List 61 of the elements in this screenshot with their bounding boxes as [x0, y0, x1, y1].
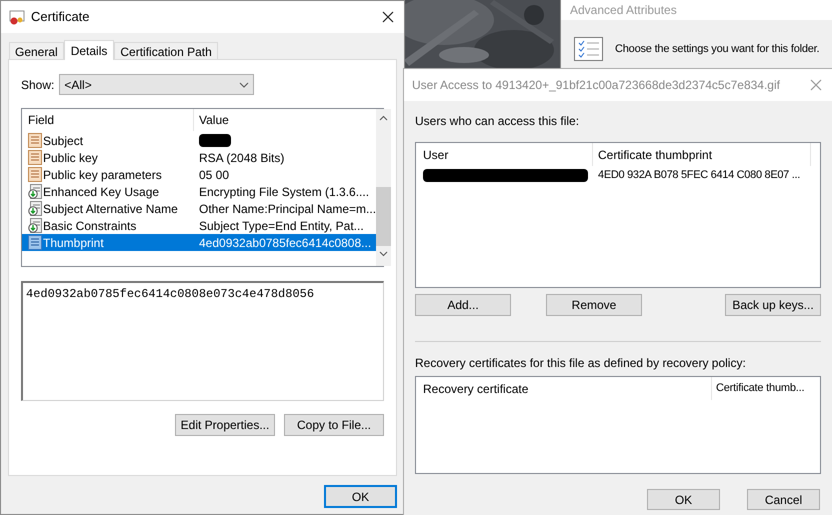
dialog-button[interactable]: Back up keys...: [725, 294, 821, 316]
document-download-icon: [28, 184, 42, 199]
field-name: Public key parameters: [43, 166, 162, 184]
document-icon: [28, 235, 42, 250]
field-row[interactable]: Public key parameters 05 00: [22, 166, 376, 183]
field-name: Thumbprint: [43, 234, 104, 252]
document-download-icon: [28, 201, 42, 216]
field-name: Public key: [43, 150, 98, 166]
document-download-icon: [28, 218, 42, 233]
column-header[interactable]: Certificate thumbprint: [593, 143, 811, 166]
field-value: RSA (2048 Bits): [199, 150, 284, 166]
document-icon: [28, 150, 42, 165]
document-icon: [28, 167, 42, 182]
field-row[interactable]: Subject: [22, 132, 376, 149]
detail-text-box[interactable]: 4ed0932ab0785fec6414c0808e073c4e478d8056: [21, 281, 384, 401]
field-value: Other Name:Principal Name=m...: [199, 200, 376, 218]
ok-button[interactable]: OK: [647, 489, 720, 510]
column-header[interactable]: Value: [194, 109, 376, 131]
description-text: Choose the settings you want for this folder.: [615, 42, 820, 57]
column-header[interactable]: User: [416, 143, 593, 166]
checklist-icon: [574, 37, 603, 61]
field-value: Subject Type=End Entity, Pat...: [199, 218, 364, 234]
document-icon: [28, 133, 42, 148]
field-name: Basic Constraints: [43, 218, 136, 234]
window-title: User Access to 4913420+_91bf21c00a723668de3d2374c5c7e834.gif: [412, 77, 780, 94]
users-label: Users who can access this file:: [415, 113, 580, 130]
field-row[interactable]: Thumbprint 4ed0932ab0785fec6414c0808...: [22, 234, 376, 251]
field-row[interactable]: Public key RSA (2048 Bits): [22, 149, 376, 166]
field-name: Subject: [43, 132, 84, 150]
column-header[interactable]: Certificate thumb...: [712, 377, 820, 400]
column-header[interactable]: Field: [22, 109, 194, 131]
field-row[interactable]: Subject Alternative Name Other Name:Principal Name=m...: [22, 200, 376, 217]
chevron-up-icon[interactable]: [379, 115, 388, 121]
window-title: Certificate: [31, 8, 90, 26]
tab[interactable]: Certification Path: [114, 42, 218, 59]
scrollbar[interactable]: [376, 109, 392, 266]
tab[interactable]: Details: [64, 40, 114, 60]
dialog-button[interactable]: Remove: [546, 294, 642, 316]
show-label: Show:: [21, 76, 54, 94]
window-title: Advanced Attributes: [570, 4, 677, 16]
tab[interactable]: General: [9, 42, 64, 59]
dialog-button[interactable]: Copy to File...: [284, 414, 384, 436]
chevron-down-icon[interactable]: [379, 251, 388, 257]
thumbprint-cell-text: 4ED0 932A B078 5FEC 6414 C080 8E07 ...: [597, 168, 800, 183]
field-value: 05 00: [199, 166, 230, 184]
show-dropdown[interactable]: <All>: [59, 74, 254, 95]
column-header[interactable]: Recovery certificate: [416, 377, 712, 400]
field-value: Encrypting File System (1.3.6....: [199, 184, 370, 200]
recovery-label: Recovery certificates for this file as defined by recovery policy:: [415, 355, 747, 372]
field-row[interactable]: Basic Constraints Subject Type=End Entity, Pat...: [22, 217, 376, 234]
close-icon[interactable]: [382, 11, 394, 23]
ok-button[interactable]: OK: [324, 485, 397, 508]
dialog-button[interactable]: Add...: [415, 294, 511, 316]
dialog-button[interactable]: Edit Properties...: [175, 414, 275, 436]
field-row[interactable]: Enhanced Key Usage Encrypting File System (1.3.6....: [22, 183, 376, 200]
chevron-down-icon: [239, 82, 250, 88]
cancel-button[interactable]: Cancel: [747, 489, 820, 510]
field-name: Enhanced Key Usage: [43, 184, 160, 200]
field-value: 4ed0932ab0785fec6414c0808...: [199, 234, 372, 252]
field-name: Subject Alternative Name: [43, 200, 178, 218]
certificate-icon: [9, 9, 25, 25]
